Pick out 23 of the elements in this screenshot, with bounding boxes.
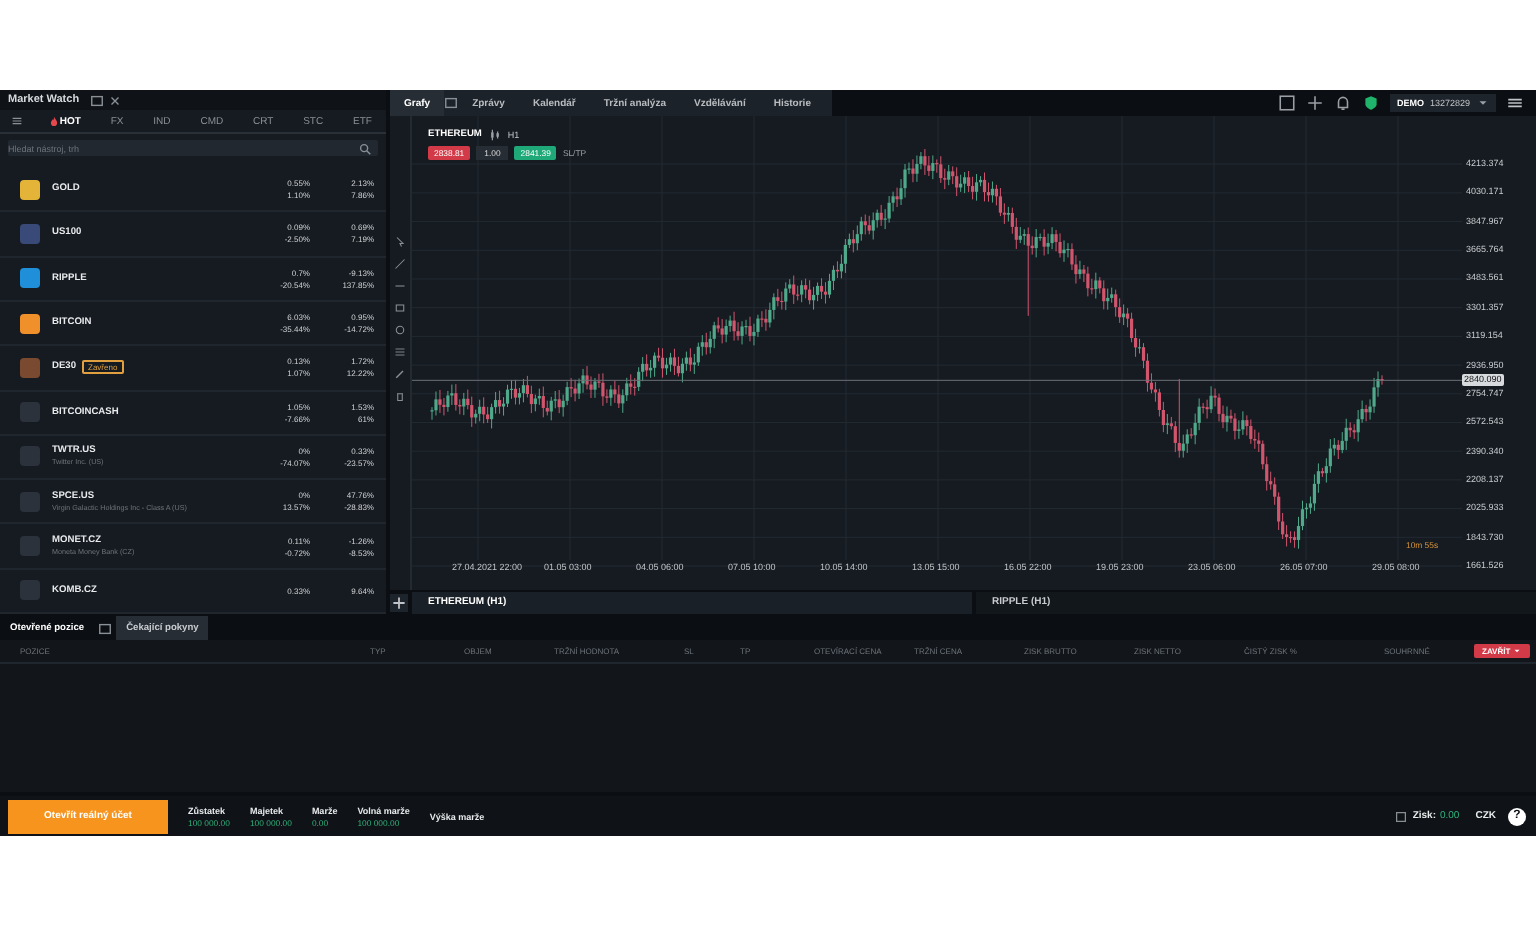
flame-icon (49, 116, 58, 127)
caret-icon (1512, 646, 1523, 656)
fullscreen-icon[interactable] (1278, 94, 1297, 112)
window-icon[interactable] (444, 96, 459, 110)
shield-icon (1362, 94, 1381, 112)
search-icon (358, 142, 372, 157)
window-icon[interactable] (98, 621, 113, 635)
pencil-icon[interactable] (394, 368, 406, 380)
cursor-icon[interactable] (394, 236, 406, 248)
line-tool-icon[interactable] (394, 258, 406, 270)
checkbox-icon[interactable] (1394, 809, 1409, 823)
horizontal-line-icon[interactable] (394, 280, 406, 292)
candles-icon[interactable] (487, 128, 502, 142)
window-icon[interactable] (89, 93, 104, 108)
circle-tool-icon[interactable] (394, 324, 406, 336)
bell-icon[interactable] (1334, 94, 1353, 112)
rectangle-tool-icon[interactable] (394, 302, 406, 314)
close-icon[interactable] (107, 93, 122, 108)
menu-icon[interactable] (1506, 94, 1524, 112)
crosshair-icon[interactable] (1306, 94, 1325, 112)
menu-icon[interactable] (10, 114, 24, 129)
add-chart-button[interactable] (390, 593, 408, 611)
caret-icon (1476, 96, 1490, 110)
